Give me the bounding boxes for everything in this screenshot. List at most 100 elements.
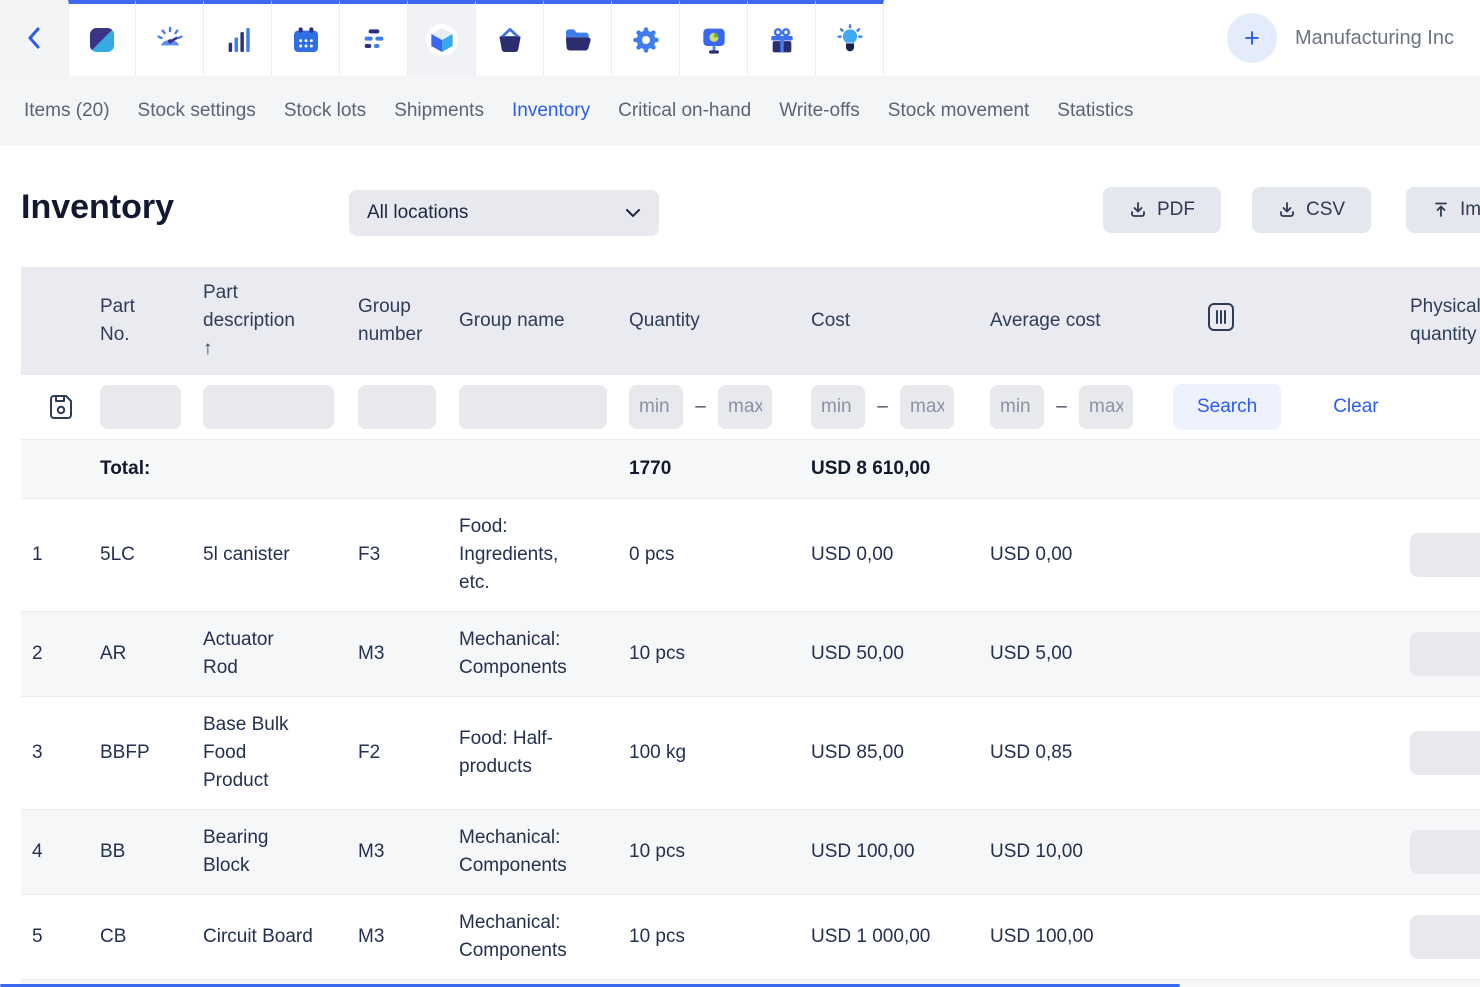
tab-dashboard[interactable] [136, 0, 204, 76]
total-row: Total: 1770 USD 8 610,00 [21, 440, 1480, 499]
header-group-name[interactable]: Group name [459, 267, 629, 375]
row-index: 3 [21, 697, 100, 810]
sort-ascending-icon[interactable]: ↑ [203, 338, 213, 359]
filter-group-number-input[interactable] [358, 385, 436, 429]
tab-settings[interactable] [612, 0, 680, 76]
table-row[interactable]: 5 CB Circuit Board M3 Mechanical: Compon… [21, 895, 1480, 980]
save-filter-button[interactable] [21, 392, 100, 422]
import-button[interactable]: Import [1406, 187, 1480, 233]
gear-icon [630, 24, 662, 56]
filter-part-no-input[interactable] [100, 385, 181, 429]
tab-planning[interactable] [340, 0, 408, 76]
cell-group-name: Food: Half-products [459, 697, 629, 810]
nav-item[interactable]: Stock lots [284, 100, 366, 122]
gantt-icon [358, 24, 390, 56]
cell-group-name: Food: Ingredients, etc. [459, 499, 629, 612]
cell-group-name: Mechanical: Components [459, 895, 629, 980]
search-button[interactable]: Search [1173, 384, 1281, 430]
filter-average-cost-max-input[interactable] [1079, 385, 1133, 429]
tab-ideas[interactable] [816, 0, 884, 76]
download-icon [1129, 201, 1147, 219]
columns-icon[interactable] [1206, 300, 1236, 334]
chevron-down-icon [625, 208, 641, 218]
location-select-value: All locations [367, 202, 625, 224]
page-toolbar: Inventory All locations PDF CSV Import [0, 146, 1480, 267]
nav-item[interactable]: Statistics [1057, 100, 1133, 122]
filter-cost-max-input[interactable] [900, 385, 954, 429]
module-nav: Items (20) Stock settings Stock lots Shi… [0, 76, 1480, 146]
cell-part-no: AR [100, 612, 203, 697]
calendar-icon [290, 24, 322, 56]
import-label: Import [1460, 199, 1480, 221]
filter-cost-min-input[interactable] [811, 385, 865, 429]
cell-description: Bearing Block [203, 810, 358, 895]
physical-quantity-input[interactable] [1410, 731, 1480, 775]
filter-quantity-max-input[interactable] [718, 385, 772, 429]
nav-item[interactable]: Shipments [394, 100, 484, 122]
cell-description: Circuit Board [203, 895, 358, 980]
header-cost[interactable]: Cost [811, 267, 990, 375]
cell-physical-quantity [1400, 895, 1480, 980]
physical-quantity-input[interactable] [1410, 533, 1480, 577]
save-icon [47, 392, 75, 422]
nav-item[interactable]: Stock movement [888, 100, 1030, 122]
physical-quantity-input[interactable] [1410, 915, 1480, 959]
physical-quantity-input[interactable] [1410, 830, 1480, 874]
back-button[interactable] [0, 0, 68, 76]
cell-average-cost: USD 5,00 [990, 612, 1170, 697]
cube-icon [426, 24, 458, 56]
chevron-left-icon [27, 27, 41, 49]
tab-orders[interactable] [476, 0, 544, 76]
table-row[interactable]: 3 BBFP Base Bulk Food Product F2 Food: H… [21, 697, 1480, 810]
header-average-cost[interactable]: Average cost [990, 267, 1170, 375]
cell-part-no: CB [100, 895, 203, 980]
nav-item[interactable]: Critical on-hand [618, 100, 751, 122]
export-pdf-button[interactable]: PDF [1103, 187, 1221, 233]
header-quantity[interactable]: Quantity [629, 267, 811, 375]
topbar-right: + Manufacturing Inc [1227, 0, 1480, 76]
presentation-icon [698, 24, 730, 56]
filter-quantity-min-input[interactable] [629, 385, 683, 429]
nav-item[interactable]: Inventory [512, 100, 590, 122]
row-index: 4 [21, 810, 100, 895]
nav-item[interactable]: Stock settings [138, 100, 256, 122]
physical-quantity-input[interactable] [1410, 632, 1480, 676]
range-dash: – [865, 393, 900, 421]
nav-item[interactable]: Write-offs [779, 100, 860, 122]
page-title: Inventory [21, 188, 174, 227]
table-row[interactable]: 4 BB Bearing Block M3 Mechanical: Compon… [21, 810, 1480, 895]
filter-description-input[interactable] [203, 385, 334, 429]
export-csv-button[interactable]: CSV [1252, 187, 1371, 233]
download-icon [1278, 201, 1296, 219]
tab-reports[interactable] [680, 0, 748, 76]
header-group-number[interactable]: Group number [358, 267, 459, 375]
clear-button[interactable]: Clear [1333, 393, 1378, 421]
nav-item[interactable]: Items (20) [24, 100, 110, 122]
company-name[interactable]: Manufacturing Inc [1295, 27, 1480, 50]
cell-physical-quantity [1400, 980, 1480, 987]
row-index: 5 [21, 895, 100, 980]
tab-rewards[interactable] [748, 0, 816, 76]
header-part-description[interactable]: Part description ↑ [203, 267, 358, 375]
tab-inventory-current[interactable] [408, 0, 476, 76]
filter-group-name-input[interactable] [459, 385, 607, 429]
table-row[interactable]: 2 AR Actuator Rod M3 Mechanical: Compone… [21, 612, 1480, 697]
header-index [21, 267, 100, 375]
filter-average-cost-min-input[interactable] [990, 385, 1044, 429]
cell-average-cost: USD 0,85 [990, 697, 1170, 810]
tab-analytics[interactable] [204, 0, 272, 76]
cell-cost: USD 100,00 [811, 810, 990, 895]
cell-description: Actuator Rod [203, 612, 358, 697]
tab-files[interactable] [544, 0, 612, 76]
table-row[interactable]: 1 5LC 5l canister F3 Food: Ingredients, … [21, 499, 1480, 612]
tab-calendar[interactable] [272, 0, 340, 76]
tab-app-logo[interactable] [68, 0, 136, 76]
cell-part-no: 5LC [100, 499, 203, 612]
header-part-no[interactable]: Part No. [100, 267, 203, 375]
cell-part-no: BB [100, 810, 203, 895]
basket-icon [494, 24, 526, 56]
add-button[interactable]: + [1227, 13, 1277, 63]
location-select[interactable]: All locations [349, 190, 659, 236]
cell-cost: USD 0,00 [811, 499, 990, 612]
header-physical-quantity[interactable]: Physical quantity [1400, 267, 1480, 375]
